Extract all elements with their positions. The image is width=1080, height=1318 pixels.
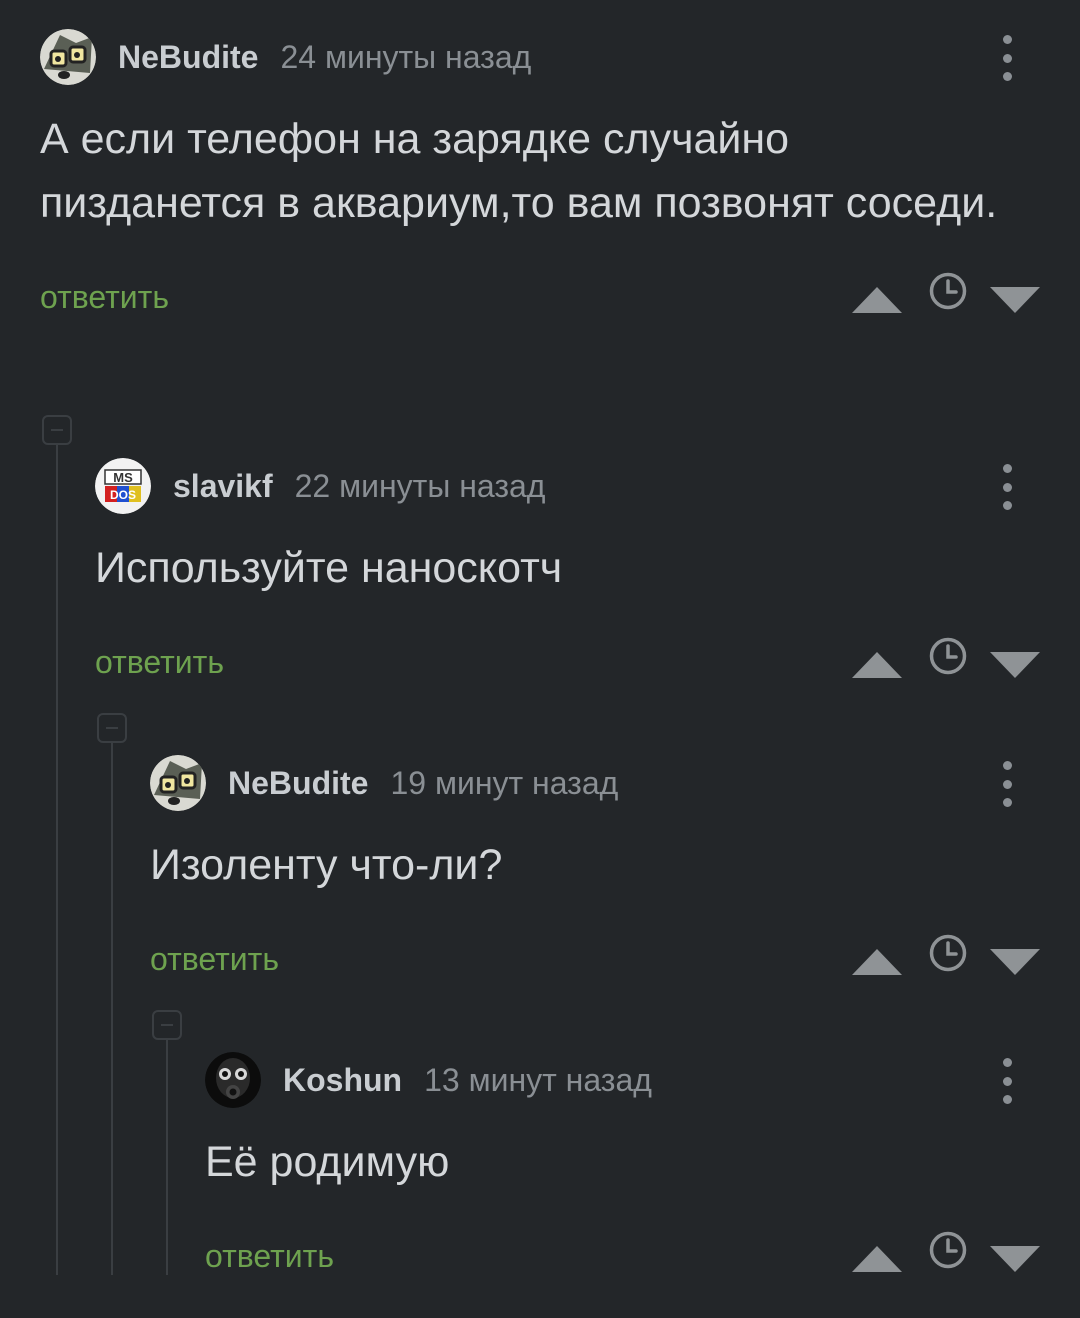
comment-actions: ответить (150, 933, 1080, 993)
comment-time: 13 минут назад (424, 1061, 652, 1098)
svg-text:DOS: DOS (110, 488, 136, 502)
svg-text:MS: MS (113, 470, 133, 485)
comment-time: 19 минут назад (390, 764, 619, 801)
comment-header: MS DOS slavikf 22 минуты назад (95, 456, 1080, 516)
downvote-triangle-icon[interactable] (990, 652, 1040, 678)
reply-link[interactable]: ответить (150, 941, 279, 978)
comment-text: Изоленту что-ли? (150, 841, 503, 889)
downvote-triangle-icon[interactable] (990, 1246, 1040, 1272)
comment: Koshun 13 минут назад Её родимую ответит… (205, 1050, 1080, 1290)
comment-actions: ответить (40, 271, 1080, 331)
ms-dos-logo-avatar-icon: MS DOS (95, 458, 151, 514)
reply-link[interactable]: ответить (40, 279, 169, 316)
cartoon-face-avatar-icon (150, 755, 206, 811)
cartoon-face-avatar-icon (40, 29, 96, 85)
upvote-triangle-icon[interactable] (852, 652, 902, 678)
clock-icon[interactable] (928, 636, 968, 676)
comment-time: 22 минуты назад (294, 467, 546, 504)
comment: NeBudite 19 минут назад Изоленту что-ли?… (150, 753, 1080, 993)
comment-actions: ответить (95, 636, 1080, 696)
more-vertical-icon[interactable] (1000, 1058, 1014, 1104)
gas-mask-avatar-icon (205, 1052, 261, 1108)
reply-link[interactable]: ответить (95, 644, 224, 681)
collapse-minus-icon[interactable] (42, 415, 72, 445)
avatar[interactable]: MS DOS (95, 458, 151, 514)
thread-line-level-3 (166, 1025, 168, 1275)
comment-header: NeBudite 24 минуты назад (40, 27, 1080, 87)
comment-text: Её родимую (205, 1138, 450, 1186)
avatar[interactable] (150, 755, 206, 811)
comment-text: А если телефон на зарядке случайно пизда… (40, 115, 998, 227)
more-vertical-icon[interactable] (1000, 761, 1014, 807)
comment-header: Koshun 13 минут назад (205, 1050, 1080, 1110)
comment-actions: ответить (205, 1230, 1080, 1290)
thread-line-level-2 (111, 728, 113, 1275)
comment-text: Используйте наноскотч (95, 544, 563, 592)
avatar[interactable] (205, 1052, 261, 1108)
username[interactable]: NeBudite (118, 39, 258, 76)
comment: NeBudite 24 минуты назад А если телефон … (40, 27, 1080, 331)
more-vertical-icon[interactable] (1000, 35, 1014, 81)
more-vertical-icon[interactable] (1000, 464, 1014, 510)
collapse-minus-icon[interactable] (152, 1010, 182, 1040)
avatar[interactable] (40, 29, 96, 85)
downvote-triangle-icon[interactable] (990, 949, 1040, 975)
comment: MS DOS slavikf 22 минуты назад Используй… (95, 456, 1080, 696)
comment-time: 24 минуты назад (280, 38, 532, 75)
thread-line-level-1 (56, 430, 58, 1275)
reply-link[interactable]: ответить (205, 1238, 334, 1275)
upvote-triangle-icon[interactable] (852, 949, 902, 975)
username[interactable]: Koshun (283, 1062, 402, 1099)
downvote-triangle-icon[interactable] (990, 287, 1040, 313)
collapse-minus-icon[interactable] (97, 713, 127, 743)
username[interactable]: NeBudite (228, 765, 368, 802)
upvote-triangle-icon[interactable] (852, 287, 902, 313)
upvote-triangle-icon[interactable] (852, 1246, 902, 1272)
comment-header: NeBudite 19 минут назад (150, 753, 1080, 813)
clock-icon[interactable] (928, 271, 968, 311)
username[interactable]: slavikf (173, 468, 273, 505)
clock-icon[interactable] (928, 933, 968, 973)
clock-icon[interactable] (928, 1230, 968, 1270)
